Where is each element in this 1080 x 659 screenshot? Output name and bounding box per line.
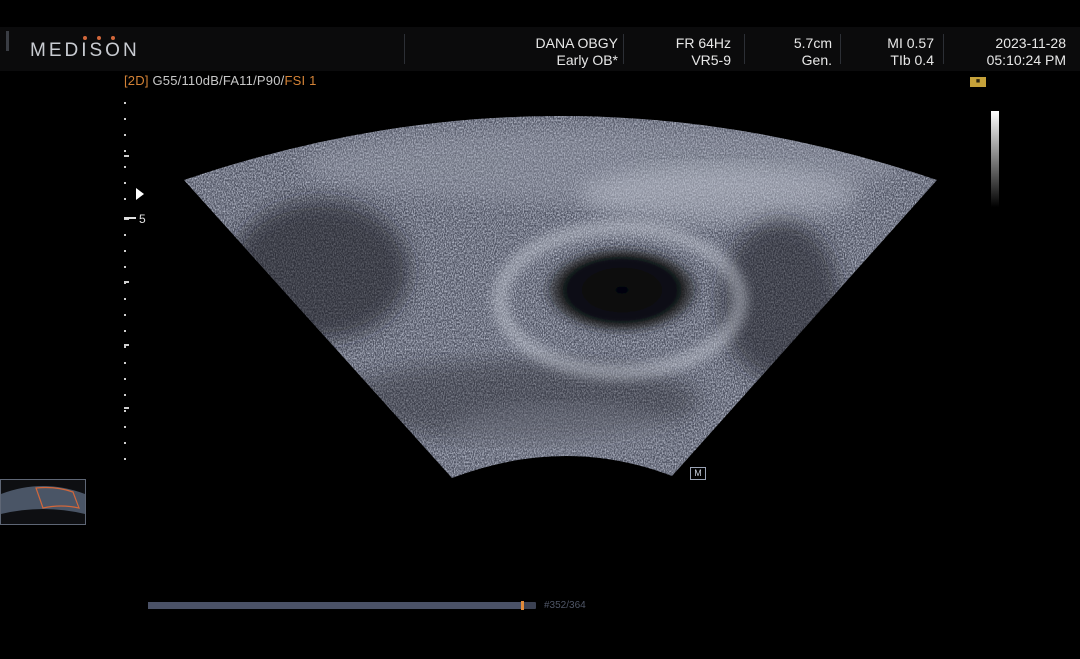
cine-scrollbar[interactable] <box>148 601 536 610</box>
probe-thumbnail[interactable] <box>0 479 86 525</box>
cine-fill <box>148 602 524 609</box>
frame-counter: #352/364 <box>544 600 586 611</box>
probe-sector-icon <box>1 486 85 514</box>
grayscale-bar <box>991 111 999 207</box>
orientation-badge-icon: ■ <box>970 77 986 87</box>
ultrasound-image <box>184 116 937 478</box>
scan-sector <box>184 116 937 478</box>
m-marker: M <box>690 467 706 480</box>
cine-position-marker[interactable] <box>521 601 525 610</box>
